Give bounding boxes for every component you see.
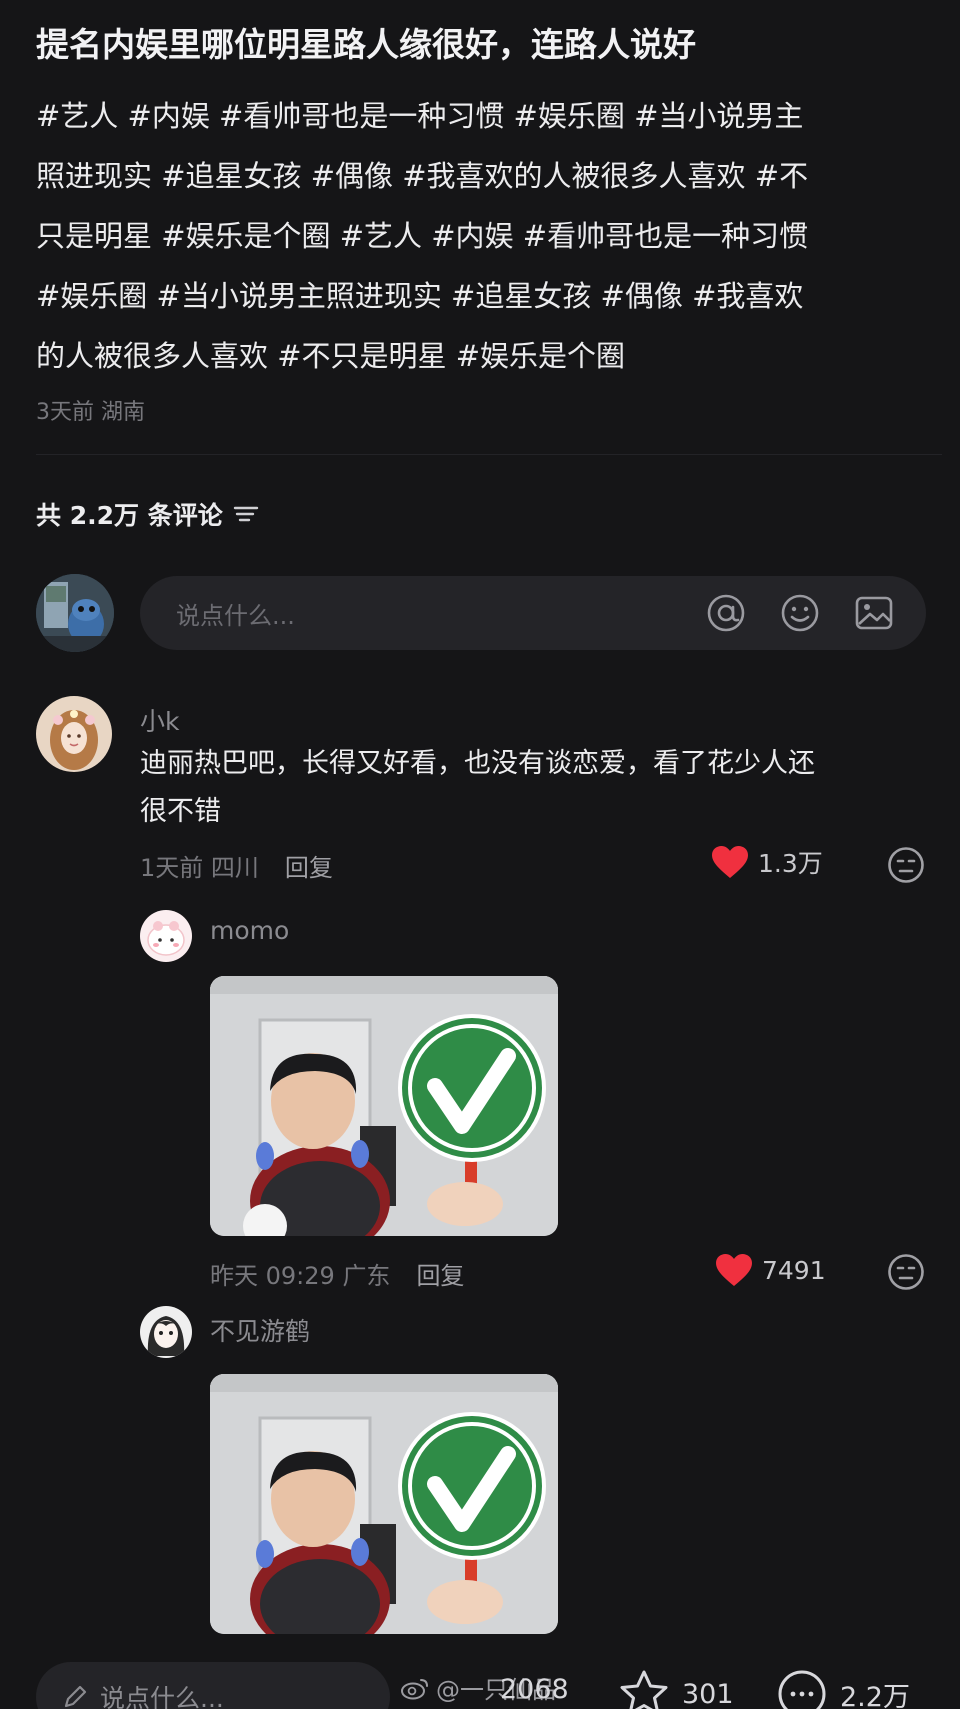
- comment-time: 1天前: [140, 854, 204, 882]
- like-stat-count: 2068: [500, 1674, 569, 1705]
- comment-meta: 1天前 四川 回复: [140, 848, 333, 883]
- bottom-comment-input[interactable]: 说点什么...: [36, 1662, 390, 1709]
- reply-avatar[interactable]: [140, 910, 192, 962]
- comments-count-label: 共 2.2万 条评论: [36, 501, 223, 530]
- comment-text-line: 很不错: [140, 796, 221, 827]
- reply-time: 昨天 09:29: [210, 1262, 335, 1290]
- dislike-icon[interactable]: [886, 845, 926, 885]
- sort-icon[interactable]: [233, 504, 259, 524]
- like-count: 7491: [762, 1255, 826, 1285]
- comment-location: 四川: [210, 854, 259, 882]
- post-location: 湖南: [101, 400, 146, 425]
- bottom-input-placeholder[interactable]: 说点什么...: [100, 1679, 224, 1709]
- reply-username[interactable]: 不见游鹤: [210, 1312, 310, 1348]
- image-icon[interactable]: [852, 591, 896, 635]
- heart-icon[interactable]: [710, 844, 750, 880]
- tags-line[interactable]: #娱乐圈 #当小说男主照进现实 #追星女孩 #偶像 #我喜欢: [36, 266, 916, 326]
- favorite-stat-count: 301: [682, 1678, 734, 1709]
- divider: [36, 454, 942, 455]
- reply-meta: 昨天 09:29 广东 回复: [210, 1256, 464, 1291]
- meme-image[interactable]: [210, 1374, 558, 1634]
- my-avatar[interactable]: [36, 574, 114, 652]
- reply-location: 广东: [342, 1262, 391, 1290]
- comment-time-location: 1天前 四川: [140, 848, 259, 883]
- tags-line[interactable]: 的人被很多人喜欢 #不只是明星 #娱乐是个圈: [36, 326, 916, 386]
- like-count: 1.3万: [758, 849, 823, 878]
- reply-time-location: 昨天 09:29 广东: [210, 1256, 390, 1291]
- post-tags[interactable]: #艺人 #内娱 #看帅哥也是一种习惯 #娱乐圈 #当小说男主 照进现实 #追星女…: [36, 86, 916, 386]
- like-button[interactable]: 7491: [714, 1252, 826, 1288]
- heart-icon[interactable]: [714, 1252, 754, 1288]
- comment-stat-count: 2.2万: [840, 1681, 910, 1709]
- tags-line[interactable]: 照进现实 #追星女孩 #偶像 #我喜欢的人被很多人喜欢 #不: [36, 146, 916, 206]
- commenter-username[interactable]: 小k: [140, 702, 179, 738]
- post-meta: 3天前 湖南: [36, 394, 145, 426]
- reply-button[interactable]: 回复: [416, 1256, 464, 1291]
- post-title: 提名内娱里哪位明星路人缘很好，连路人说好: [36, 25, 696, 64]
- like-button[interactable]: 1.3万: [710, 844, 823, 880]
- comment-text-line: 迪丽热巴吧，长得又好看，也没有谈恋爱，看了花少人还: [140, 748, 815, 779]
- meme-image[interactable]: [210, 976, 558, 1236]
- reply-username[interactable]: momo: [210, 916, 289, 945]
- comment-input-placeholder[interactable]: 说点什么...: [176, 596, 674, 631]
- comments-count[interactable]: 共 2.2万 条评论: [36, 496, 259, 532]
- reply-avatar[interactable]: [140, 1306, 192, 1358]
- comment-stat[interactable]: 2.2万: [774, 1668, 910, 1709]
- favorite-stat[interactable]: 301: [616, 1668, 734, 1709]
- comment-bubble-icon[interactable]: [774, 1668, 830, 1709]
- emoji-icon[interactable]: [778, 591, 822, 635]
- weibo-icon: [401, 1678, 428, 1699]
- star-icon[interactable]: [616, 1668, 672, 1709]
- at-mention-icon[interactable]: [704, 591, 748, 635]
- commenter-avatar[interactable]: [36, 696, 112, 772]
- post-time: 3天前: [36, 400, 94, 425]
- like-stat[interactable]: 2068: [500, 1674, 569, 1705]
- tags-line[interactable]: #艺人 #内娱 #看帅哥也是一种习惯 #娱乐圈 #当小说男主: [36, 86, 916, 146]
- dislike-icon[interactable]: [886, 1252, 926, 1292]
- comment-text: 迪丽热巴吧，长得又好看，也没有谈恋爱，看了花少人还 很不错: [140, 740, 930, 836]
- comment-input[interactable]: 说点什么...: [140, 576, 926, 650]
- reply-button[interactable]: 回复: [285, 848, 333, 883]
- tags-line[interactable]: 只是明星 #娱乐是个圈 #艺人 #内娱 #看帅哥也是一种习惯: [36, 206, 916, 266]
- pencil-icon: [64, 1685, 87, 1708]
